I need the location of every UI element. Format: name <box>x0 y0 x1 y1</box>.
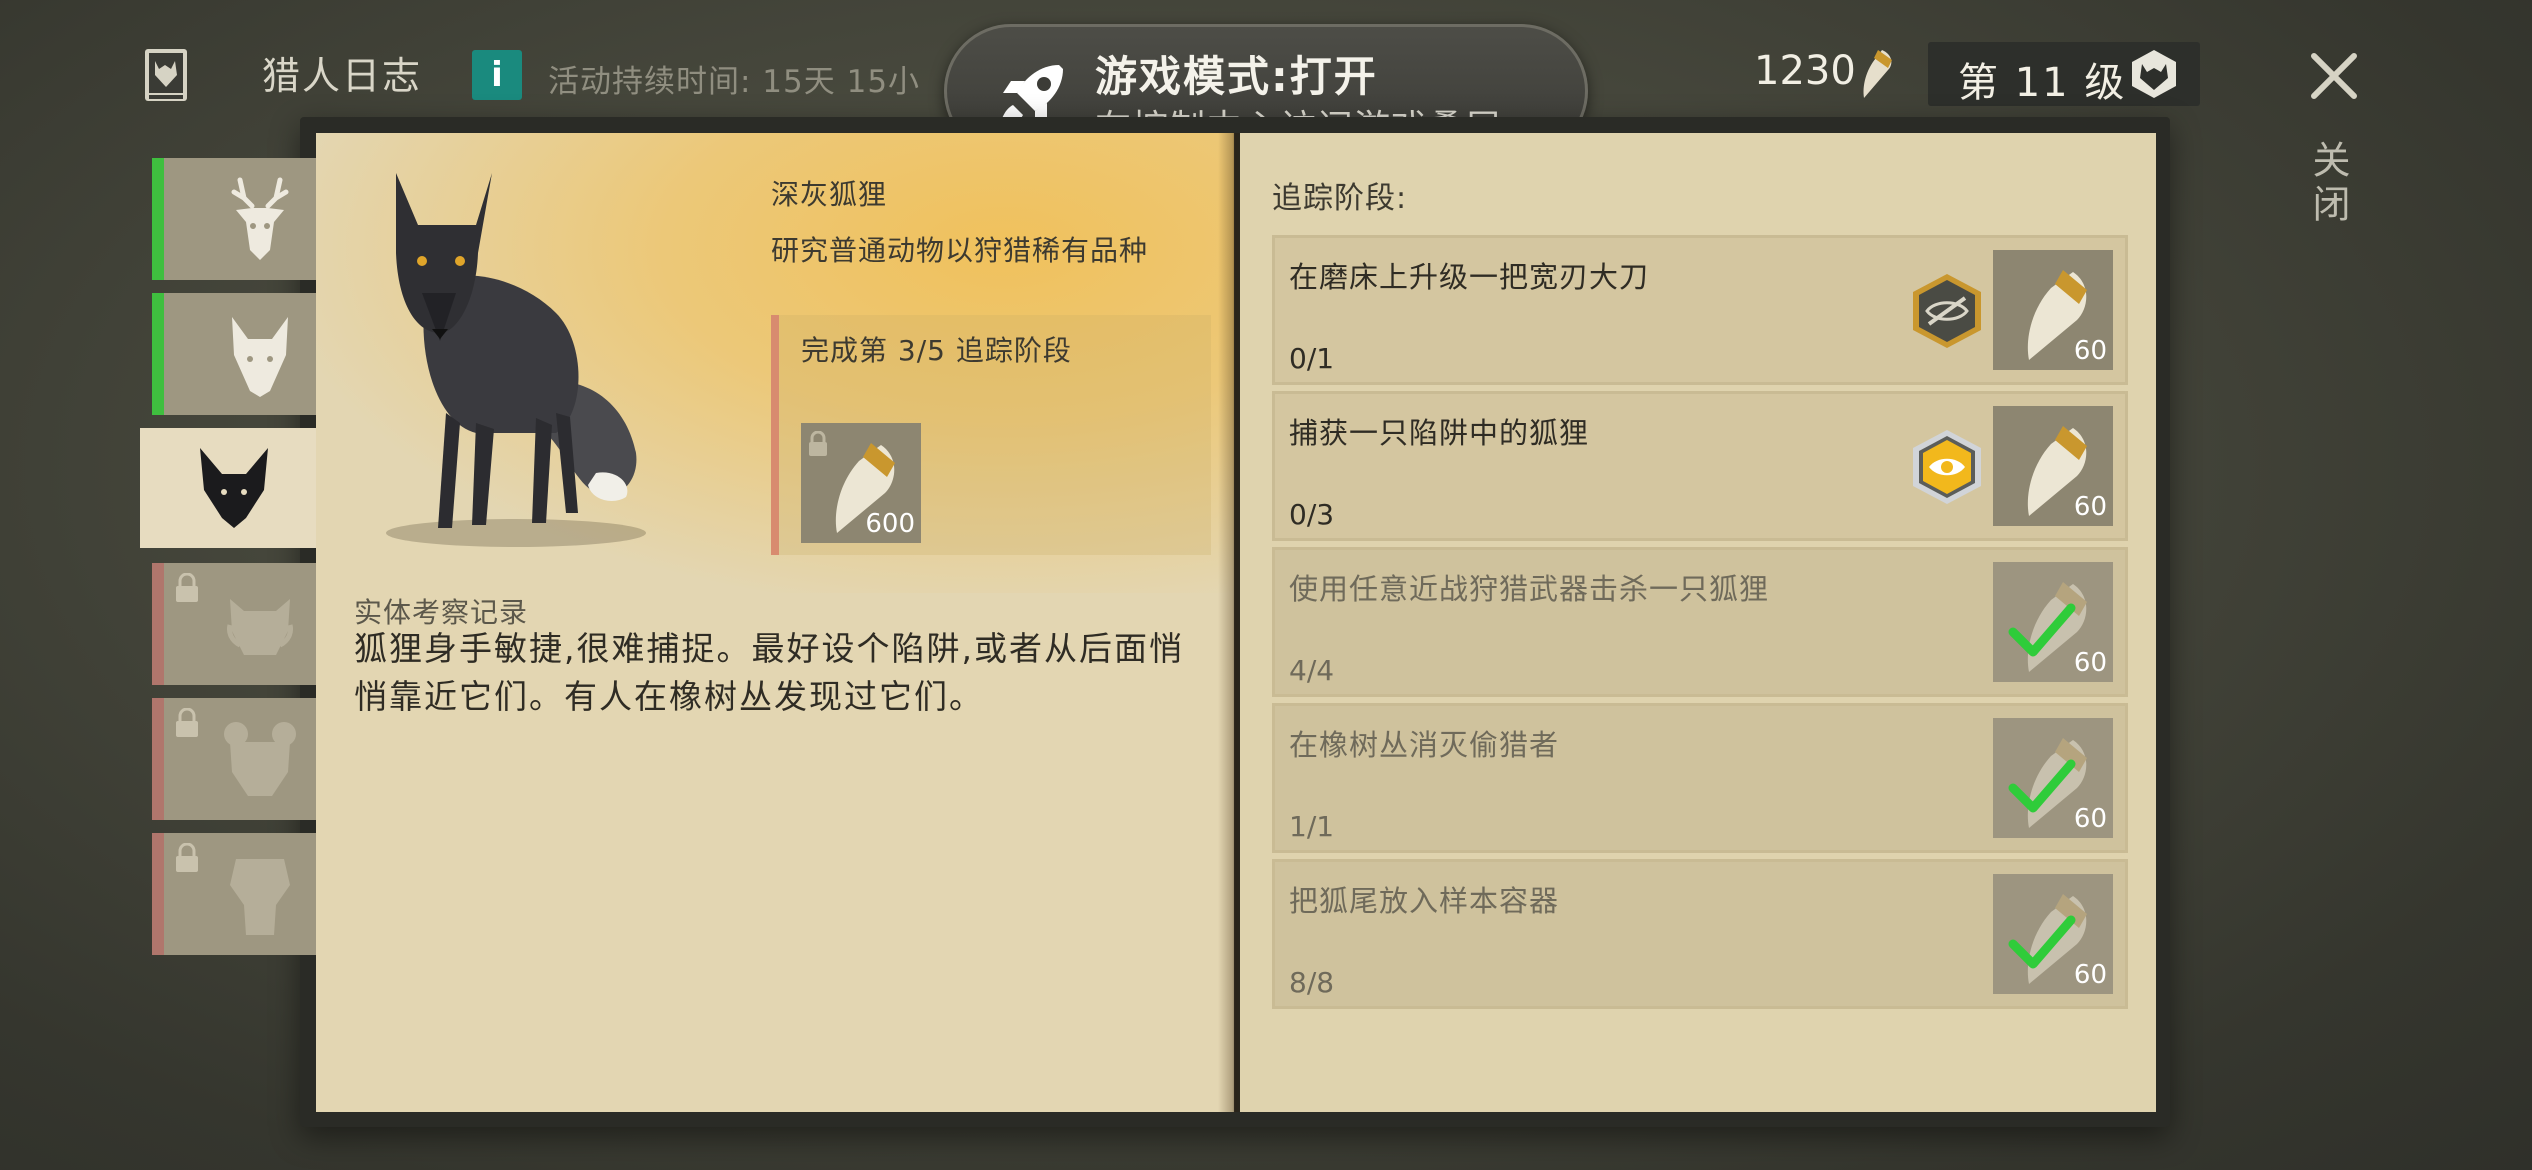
task-reward: 60 <box>1993 874 2113 994</box>
tab-fox-selected[interactable] <box>140 428 316 548</box>
task-title: 在磨床上升级一把宽刃大刀 <box>1289 260 1650 294</box>
task-reward[interactable]: 60 <box>1993 250 2113 370</box>
level-label: 第 11 级 <box>1958 60 2127 106</box>
task-reward-amount: 60 <box>2073 336 2107 366</box>
tracking-task[interactable]: 在磨床上升级一把宽刃大刀 60 0/1 <box>1272 235 2128 385</box>
lock-icon <box>176 573 198 602</box>
task-reward: 60 <box>1993 562 2113 682</box>
crocodile-icon <box>230 859 290 935</box>
animal-name: 深灰狐狸 <box>771 178 888 211</box>
game-mode-title: 游戏模式:打开 <box>1095 52 1378 101</box>
tracking-task-completed[interactable]: 把狐尾放入样本容器 60 8/8 <box>1272 859 2128 1009</box>
task-reward-amount: 60 <box>2073 492 2107 522</box>
task-count: 1/1 <box>1289 810 1335 843</box>
tracking-task[interactable]: 捕获一只陷阱中的狐狸 60 0/3 <box>1272 391 2128 541</box>
hunter-journal-book: 深灰狐狸 研究普通动物以狩猎稀有品种 完成第 3/5 追踪阶段 600 实体考察… <box>300 117 2170 1127</box>
tab-crocodile-locked[interactable] <box>152 833 316 955</box>
locked-indicator <box>152 833 164 955</box>
task-title: 在橡树丛消灭偷猎者 <box>1289 728 1560 762</box>
hidden-eye-icon[interactable] <box>1911 272 1983 350</box>
field-notes-text: 狐狸身手敏捷,很难捕捉。最好设个陷阱,或者从后面悄悄靠近它们。有人在橡树丛发现过… <box>354 629 1184 716</box>
task-reward: 60 <box>1993 718 2113 838</box>
event-duration-text: 活动持续时间: 15天 15小 <box>548 64 921 100</box>
eye-icon[interactable] <box>1911 428 1983 506</box>
task-reward-amount: 60 <box>2073 648 2107 678</box>
checkmark-icon <box>2008 759 2076 813</box>
complete-indicator <box>152 293 164 415</box>
task-reward-amount: 60 <box>2073 960 2107 990</box>
tab-boar-locked[interactable] <box>152 563 316 685</box>
tracking-stages-header: 追踪阶段: <box>1272 181 1408 216</box>
fox-illustration <box>386 173 646 547</box>
left-page: 深灰狐狸 研究普通动物以狩猎稀有品种 完成第 3/5 追踪阶段 600 实体考察… <box>316 133 1234 1112</box>
tracking-task-completed[interactable]: 使用任意近战狩猎武器击杀一只狐狸 60 4/4 <box>1272 547 2128 697</box>
stage-reward-panel: 完成第 3/5 追踪阶段 600 <box>771 315 1211 555</box>
task-title: 使用任意近战狩猎武器击杀一只狐狸 <box>1289 572 1770 606</box>
close-label[interactable]: 关闭 <box>2306 140 2356 228</box>
locked-indicator <box>152 563 164 685</box>
deer-icon <box>231 177 289 260</box>
tab-wolf[interactable] <box>152 293 316 415</box>
task-count: 4/4 <box>1289 654 1335 687</box>
claw-currency-icon <box>1863 50 1892 98</box>
task-count: 0/1 <box>1289 342 1335 375</box>
journal-title: 猎人日志 <box>262 54 423 98</box>
stage-progress-text: 完成第 3/5 追踪阶段 <box>801 334 1072 367</box>
level-badge[interactable]: 第 11 级 <box>1928 42 2200 106</box>
close-icon[interactable] <box>2304 46 2364 106</box>
bear-icon <box>224 722 296 796</box>
journal-wolf-icon <box>145 49 187 101</box>
info-button[interactable]: i <box>472 50 522 100</box>
task-title: 捕获一只陷阱中的狐狸 <box>1289 416 1590 450</box>
complete-indicator <box>152 158 164 280</box>
checkmark-icon <box>2008 603 2076 657</box>
right-page: 追踪阶段: 在磨床上升级一把宽刃大刀 60 0/1 捕获一只陷阱中的狐狸 60 … <box>1240 133 2156 1112</box>
selected-indicator <box>140 428 152 548</box>
checkmark-icon <box>2008 915 2076 969</box>
wolf-icon <box>232 317 288 397</box>
currency-amount: 1230 <box>1754 48 1856 94</box>
locked-indicator <box>152 698 164 820</box>
task-reward-amount: 60 <box>2073 804 2107 834</box>
lock-icon <box>176 708 198 737</box>
boar-icon <box>227 599 293 655</box>
task-reward[interactable]: 60 <box>1993 406 2113 526</box>
task-title: 把狐尾放入样本容器 <box>1289 884 1560 918</box>
tab-bear-locked[interactable] <box>152 698 316 820</box>
lock-icon <box>176 843 198 872</box>
wolf-emblem-icon <box>2132 50 2176 98</box>
animal-description: 研究普通动物以狩猎稀有品种 <box>771 234 1149 267</box>
task-count: 0/3 <box>1289 498 1335 531</box>
fox-icon <box>200 448 268 528</box>
stage-accent-bar <box>771 315 779 555</box>
tracking-task-completed[interactable]: 在橡树丛消灭偷猎者 60 1/1 <box>1272 703 2128 853</box>
tab-deer[interactable] <box>152 158 316 280</box>
task-count: 8/8 <box>1289 966 1335 999</box>
stage-reward-item[interactable]: 600 <box>801 423 921 543</box>
stage-reward-amount: 600 <box>865 509 915 539</box>
